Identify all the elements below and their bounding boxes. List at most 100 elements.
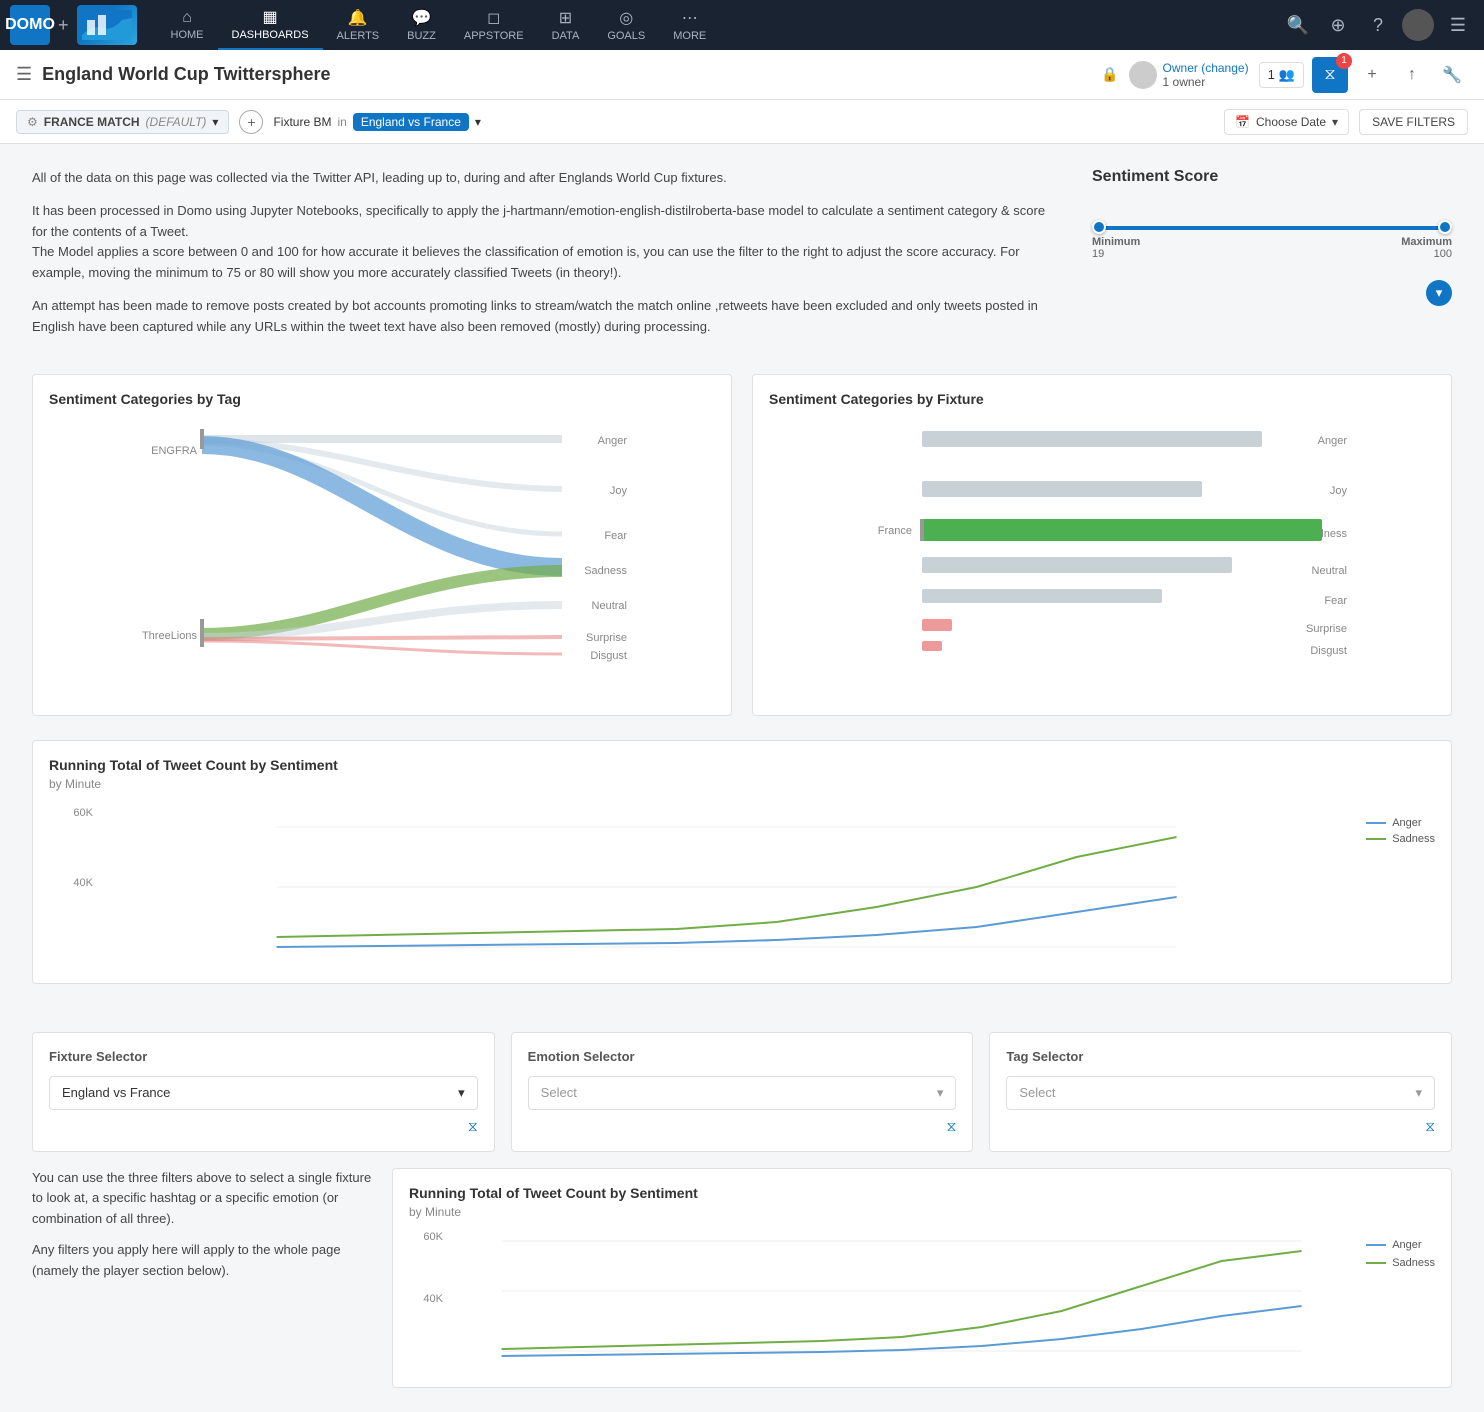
buzz-icon: 💬 xyxy=(412,8,432,28)
fixture-selector-box-value: England vs France xyxy=(62,1085,170,1100)
more-icon: ⋯ xyxy=(682,8,698,28)
running-legend-box: Anger Sadness xyxy=(1354,1231,1435,1371)
svg-text:Surprise: Surprise xyxy=(586,632,627,644)
svg-text:Anger: Anger xyxy=(1318,435,1348,447)
sentiment-filter-icon[interactable]: ▾ xyxy=(1426,280,1452,306)
nav-buzz[interactable]: 💬 BUZZ xyxy=(393,0,450,50)
tag-selector-box-dropdown[interactable]: Select ▾ xyxy=(1006,1076,1435,1110)
fixture-selector-box: Fixture Selector England vs France ▾ ⧖ xyxy=(32,1032,495,1152)
add-card-button[interactable]: + xyxy=(1356,59,1388,91)
running-total-svg xyxy=(99,807,1354,967)
three-selectors: Fixture Selector England vs France ▾ ⧖ E… xyxy=(32,1032,1452,1152)
alerts-icon: 🔔 xyxy=(348,8,368,28)
nav-dashboards[interactable]: ▦ DASHBOARDS xyxy=(218,0,323,50)
chart-tags-area: ENGFRA ThreeLions Anger Joy Fear Sadness… xyxy=(49,419,715,699)
description-block: You can use the three filters above to s… xyxy=(32,1168,372,1388)
fixture-chart-svg: France Anger Joy Sadness Neutral Fear Su… xyxy=(769,419,1435,679)
filter-bar: ⚙ FRANCE MATCH (DEFAULT) ▾ + Fixture BM … xyxy=(0,100,1484,144)
y-axis: 60K 40K xyxy=(409,1231,449,1371)
add-filter-button[interactable]: + xyxy=(239,110,263,134)
filter-preset[interactable]: ⚙ FRANCE MATCH (DEFAULT) ▾ xyxy=(16,110,229,134)
anger-label-box: Anger xyxy=(1392,1239,1421,1251)
selectors-section: Fixture Selector England vs France ▾ ⧖ E… xyxy=(0,1032,1484,1412)
goals-icon: ◎ xyxy=(619,8,633,28)
fixture-selector-box-dropdown[interactable]: England vs France ▾ xyxy=(49,1076,478,1110)
emotion-selector-box-dropdown[interactable]: Select ▾ xyxy=(528,1076,957,1110)
filter-button[interactable]: ⧖ 1 xyxy=(1312,57,1348,93)
svg-text:Neutral: Neutral xyxy=(1312,565,1347,577)
sadness-line xyxy=(1366,1262,1386,1264)
slider-min-value: 19 xyxy=(1092,248,1140,260)
slider-thumb-max[interactable] xyxy=(1438,220,1452,234)
fixture-tag-value: England vs France xyxy=(353,113,469,131)
slider-thumb-min[interactable] xyxy=(1092,220,1106,234)
tag-selector-box-chevron: ▾ xyxy=(1415,1085,1422,1101)
notifications-icon[interactable]: ☰ xyxy=(1442,9,1474,41)
plus-icon: + xyxy=(58,15,69,36)
fixture-selector-box-title: Fixture Selector xyxy=(49,1049,478,1064)
owner-change-link[interactable]: Owner (change) xyxy=(1163,61,1249,75)
emotion-selector-box-footer: ⧖ xyxy=(528,1118,957,1135)
slider-labels: Minimum 19 Maximum 100 xyxy=(1092,236,1452,260)
user-avatar[interactable] xyxy=(1402,9,1434,41)
sentiment-slider[interactable]: Minimum 19 Maximum 100 xyxy=(1092,226,1452,260)
fixture-filter-chevron[interactable]: ▾ xyxy=(475,115,481,129)
nav-home[interactable]: ⌂ HOME xyxy=(157,0,218,50)
dashboard-header: ☰ England World Cup Twittersphere 🔒 Owne… xyxy=(0,50,1484,100)
anger-legend-line xyxy=(1366,822,1386,824)
nav-more[interactable]: ⋯ MORE xyxy=(659,0,720,50)
slider-min-group: Minimum 19 xyxy=(1092,236,1140,260)
nav-alerts[interactable]: 🔔 ALERTS xyxy=(323,0,394,50)
svg-text:Fear: Fear xyxy=(1324,595,1347,607)
people-icon: 👥 xyxy=(1279,67,1295,83)
menu-icon[interactable]: ☰ xyxy=(16,64,32,85)
nav-goals-label: GOALS xyxy=(607,30,645,42)
tag-selector-box-placeholder: Select xyxy=(1019,1085,1055,1100)
desc-para-1: You can use the three filters above to s… xyxy=(32,1168,372,1230)
desc-para-2: Any filters you apply here will apply to… xyxy=(32,1240,372,1282)
settings-button[interactable]: 🔧 xyxy=(1436,59,1468,91)
nav-home-label: HOME xyxy=(171,29,204,41)
y-label-60k: 60K xyxy=(49,807,93,819)
fixture-filter: Fixture BM in England vs France ▾ xyxy=(273,113,480,131)
choose-date-button[interactable]: 📅 Choose Date ▾ xyxy=(1224,109,1349,135)
fixture-selector-box-chevron: ▾ xyxy=(458,1085,465,1101)
svg-text:ENGFRA: ENGFRA xyxy=(151,445,198,457)
nav-appstore[interactable]: ◻ APPSTORE xyxy=(450,0,538,50)
nav-more-label: MORE xyxy=(673,30,706,42)
add-icon[interactable]: ⊕ xyxy=(1322,9,1354,41)
nav-appstore-label: APPSTORE xyxy=(464,30,524,42)
domo-logo: DOMO xyxy=(10,5,50,45)
choose-date-chevron: ▾ xyxy=(1332,115,1338,129)
nav-data[interactable]: ⊞ DATA xyxy=(538,0,594,50)
search-icon[interactable]: 🔍 xyxy=(1282,9,1314,41)
charts-row: Sentiment Categories by Tag ENGFRA Three… xyxy=(32,374,1452,716)
share-button[interactable]: ↑ xyxy=(1396,59,1428,91)
y-label-40k: 40K xyxy=(49,877,93,889)
slider-max-group: Maximum 100 xyxy=(1401,236,1452,260)
sadness-legend-box: Sadness xyxy=(1366,1257,1435,1269)
nav-right-actions: 🔍 ⊕ ? ☰ xyxy=(1282,9,1474,41)
running-total-box-title: Running Total of Tweet Count by Sentimen… xyxy=(409,1185,1435,1201)
running-chart-row: 60K 40K Anger xyxy=(409,1231,1435,1371)
desc-running-row: You can use the three filters above to s… xyxy=(32,1168,1452,1388)
sadness-label-box: Sadness xyxy=(1392,1257,1435,1269)
nav-goals[interactable]: ◎ GOALS xyxy=(593,0,659,50)
slider-track xyxy=(1092,226,1452,230)
slider-fill xyxy=(1092,226,1452,230)
header-actions: 1 👥 ⧖ 1 + ↑ 🔧 xyxy=(1259,57,1468,93)
people-number: 1 xyxy=(1268,67,1275,82)
info-para-3: An attempt has been made to remove posts… xyxy=(32,296,1052,338)
svg-text:Anger: Anger xyxy=(598,435,628,447)
lock-icon: 🔒 xyxy=(1101,66,1118,83)
help-icon[interactable]: ? xyxy=(1362,9,1394,41)
fixture-filter-label: Fixture BM xyxy=(273,115,331,129)
nav-data-label: DATA xyxy=(552,30,580,42)
gear-icon: ⚙ xyxy=(27,115,38,129)
people-count[interactable]: 1 👥 xyxy=(1259,62,1304,88)
save-filters-button[interactable]: SAVE FILTERS xyxy=(1359,109,1468,135)
slider-min-label: Minimum xyxy=(1092,236,1140,248)
running-total-chart-container: 60K 40K Anger xyxy=(49,807,1435,967)
info-section: All of the data on this page was collect… xyxy=(32,168,1452,350)
svg-text:ThreeLions: ThreeLions xyxy=(142,630,198,642)
